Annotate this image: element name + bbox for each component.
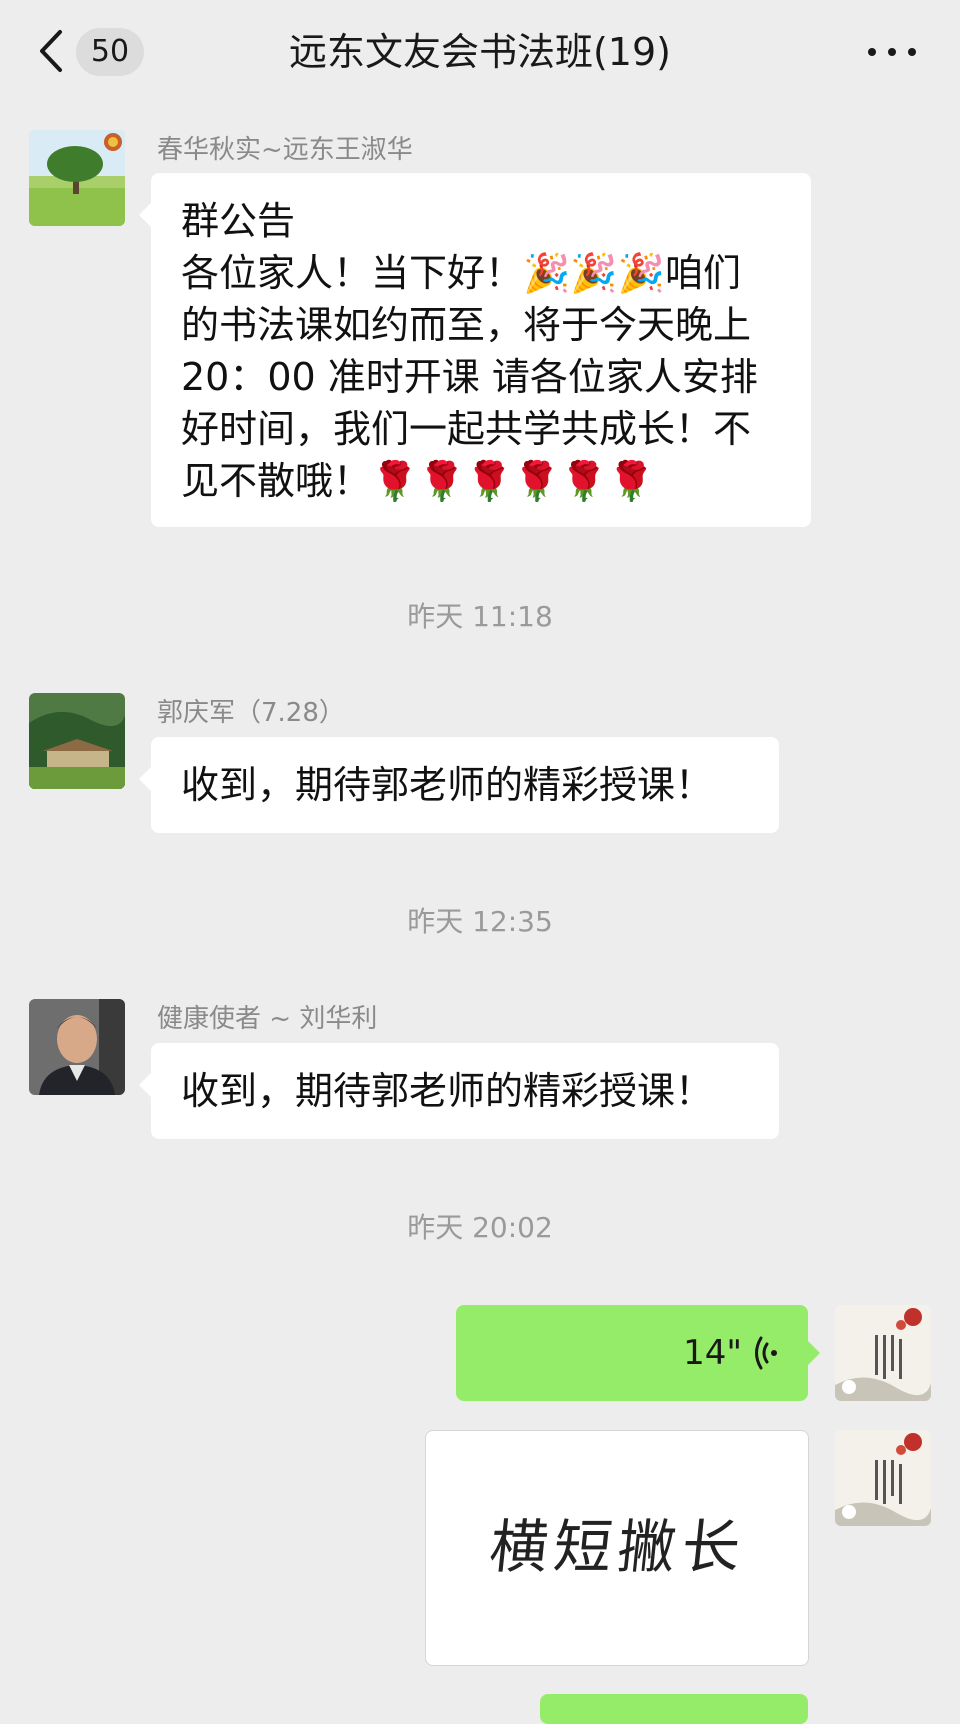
message-line: 群公告 [181,199,296,243]
message-bubble-partial[interactable] [540,1694,808,1724]
avatar[interactable] [29,999,125,1095]
sender-name: 春华秋实~远东王淑华 [157,135,413,165]
self-avatar[interactable] [835,1430,931,1526]
message-text: 收到，期待郭老师的精彩授课！ [181,1069,714,1113]
sender-name: 健康使者 ~ 刘华利 [157,1004,378,1034]
avatar[interactable] [29,693,125,789]
chat-title: 远东文友会书法班(19) [288,30,671,74]
voice-message-bubble[interactable]: 14" [456,1305,820,1401]
message-text: 收到，期待郭老师的精彩授课！ [181,763,714,807]
calligraphy-image-text: 横短撇长 [486,1513,750,1581]
back-icon[interactable] [34,28,68,74]
timestamp: 昨天 20:02 [407,1211,553,1244]
avatar[interactable] [29,130,125,226]
more-icon[interactable] [862,30,922,74]
message-bubble[interactable]: 群公告 各位家人！当下好！🎉🎉🎉咱们 的书法课如约而至，将于今天晚上 20：00… [139,173,811,527]
message-line: 的书法课如约而至，将于今天晚上 [181,303,752,347]
message-bubble[interactable]: 收到，期待郭老师的精彩授课！ [139,737,779,833]
self-avatar[interactable] [835,1305,931,1401]
image-message[interactable]: 横短撇长 [425,1430,809,1666]
message-line: 各位家人！当下好！🎉🎉🎉咱们 [181,251,741,295]
message-line: 见不散哦！🌹🌹🌹🌹🌹🌹 [181,459,655,503]
unread-count-badge[interactable]: 50 [76,28,144,76]
voice-duration: 14" [683,1333,742,1373]
message-line: 20：00 准时开课 请各位家人安排 [181,355,758,399]
message-line: 好时间，我们一起共学共成长！不 [181,407,752,451]
timestamp: 昨天 11:18 [407,600,553,633]
message-bubble[interactable]: 收到，期待郭老师的精彩授课！ [139,1043,779,1139]
timestamp: 昨天 12:35 [407,905,553,938]
voice-wave-icon [755,1336,777,1370]
sender-name: 郭庆军（7.28） [157,698,345,728]
